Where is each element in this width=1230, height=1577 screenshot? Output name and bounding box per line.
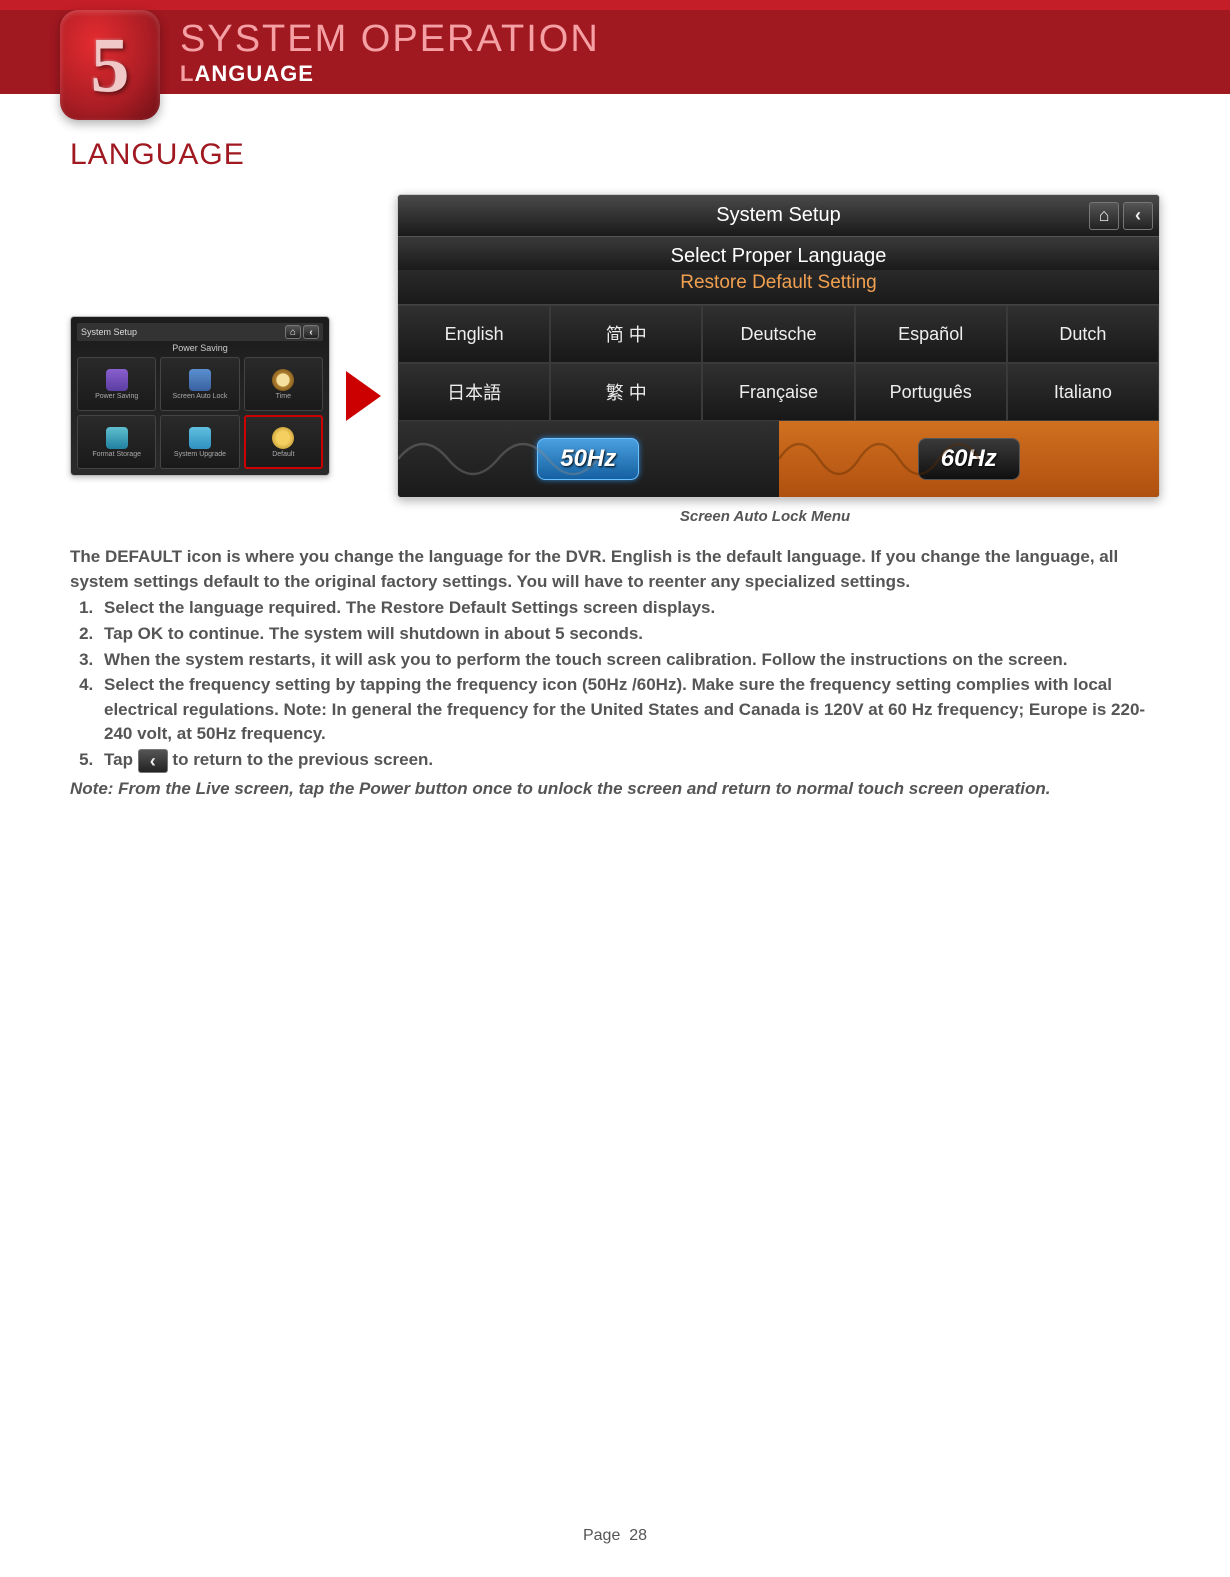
back-icon: ‹: [1135, 205, 1141, 226]
back-button[interactable]: ‹: [1123, 202, 1153, 230]
header-titles: SYSTEM OPERATION LANGUAGE: [180, 18, 600, 87]
lang-portugues[interactable]: Português: [855, 363, 1007, 421]
step-4: Select the frequency setting by tapping …: [98, 673, 1160, 747]
step5-suffix: to return to the previous screen.: [172, 750, 433, 769]
freq-50hz[interactable]: 50Hz: [398, 421, 779, 497]
screen-lock-icon: [189, 369, 211, 391]
thumb-subtitle: Power Saving: [77, 343, 323, 353]
back-icon: ‹: [138, 749, 168, 773]
intro-paragraph: The DEFAULT icon is where you change the…: [70, 545, 1160, 594]
screens-row: System Setup ⌂ ‹ Power Saving Power Savi…: [70, 194, 1160, 498]
page-label: Page: [583, 1527, 620, 1544]
home-icon: ⌂: [1099, 205, 1110, 226]
page-footer: Page 28: [0, 1527, 1230, 1545]
body-text: The DEFAULT icon is where you change the…: [70, 545, 1160, 801]
steps-list: Select the language required. The Restor…: [70, 596, 1160, 772]
freq-60hz[interactable]: 60Hz: [779, 421, 1160, 497]
lang-traditional-chinese[interactable]: 繁 中: [550, 363, 702, 421]
step-2: Tap OK to continue. The system will shut…: [98, 622, 1160, 647]
thumb-title: System Setup: [81, 327, 137, 337]
screenshot-caption: Screen Auto Lock Menu: [370, 508, 1160, 525]
upgrade-icon: [189, 427, 211, 449]
thumb-cell-format-storage[interactable]: Format Storage: [77, 415, 156, 469]
thumb-cell-default[interactable]: Default: [244, 415, 323, 469]
lang-deutsche[interactable]: Deutsche: [702, 305, 854, 363]
main-titlebar: System Setup ⌂ ‹: [398, 195, 1159, 237]
chapter-subtitle: LANGUAGE: [180, 61, 600, 87]
lang-dutch[interactable]: Dutch: [1007, 305, 1159, 363]
chapter-number: 5: [91, 20, 130, 110]
lang-simplified-chinese[interactable]: 简 中: [550, 305, 702, 363]
back-icon[interactable]: ‹: [303, 325, 319, 339]
thumbnail-screen: System Setup ⌂ ‹ Power Saving Power Savi…: [70, 316, 330, 476]
frequency-row: 50Hz 60Hz: [398, 421, 1159, 497]
arrow-icon: [346, 371, 381, 421]
step-1: Select the language required. The Restor…: [98, 596, 1160, 621]
lang-japanese[interactable]: 日本語: [398, 363, 550, 421]
thumb-cell-system-upgrade[interactable]: System Upgrade: [160, 415, 239, 469]
main-subtitle-2: Restore Default Setting: [398, 270, 1159, 305]
main-screen: System Setup ⌂ ‹ Select Proper Language …: [397, 194, 1160, 498]
home-icon[interactable]: ⌂: [285, 325, 301, 339]
lang-espanol[interactable]: Español: [855, 305, 1007, 363]
thumb-titlebar: System Setup ⌂ ‹: [77, 323, 323, 341]
power-saving-icon: [106, 369, 128, 391]
language-grid: English 简 中 Deutsche Español Dutch 日本語 繁…: [398, 305, 1159, 421]
home-button[interactable]: ⌂: [1089, 202, 1119, 230]
chapter-title: SYSTEM OPERATION: [180, 18, 600, 61]
lang-italiano[interactable]: Italiano: [1007, 363, 1159, 421]
note-paragraph: Note: From the Live screen, tap the Powe…: [70, 777, 1160, 802]
thumb-cell-power-saving[interactable]: Power Saving: [77, 357, 156, 411]
lang-english[interactable]: English: [398, 305, 550, 363]
thumb-cell-screen-auto-lock[interactable]: Screen Auto Lock: [160, 357, 239, 411]
section-heading: LANGUAGE: [70, 138, 1160, 172]
clock-icon: [272, 369, 294, 391]
step5-prefix: Tap: [104, 750, 138, 769]
page-number: 28: [629, 1527, 647, 1544]
storage-icon: [106, 427, 128, 449]
page-header: 5 SYSTEM OPERATION LANGUAGE: [0, 0, 1230, 98]
chapter-badge: 5: [60, 10, 160, 120]
step-3: When the system restarts, it will ask yo…: [98, 648, 1160, 673]
main-title: System Setup: [716, 204, 841, 227]
step-5: Tap ‹ to return to the previous screen.: [98, 748, 1160, 773]
thumb-cell-time[interactable]: Time: [244, 357, 323, 411]
lang-francaise[interactable]: Française: [702, 363, 854, 421]
default-icon: [272, 427, 294, 449]
main-subtitle-1: Select Proper Language: [398, 237, 1159, 270]
